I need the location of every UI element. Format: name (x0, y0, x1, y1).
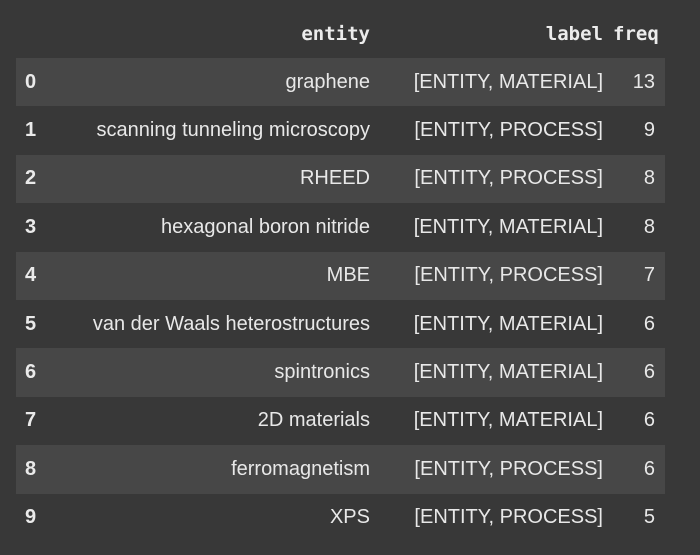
cell-entity: XPS (329, 506, 370, 529)
cell-label: [ENTITY, PROCESS] (414, 457, 603, 480)
cell-label: [ENTITY, PROCESS] (414, 264, 603, 287)
table-row: 2 RHEED [ENTITY, PROCESS] 8 (16, 154, 665, 204)
header-label: label (545, 23, 603, 45)
cell-freq: 7 (643, 264, 655, 287)
row-index: 7 (25, 409, 37, 432)
header-index (16, 10, 50, 58)
row-index: 5 (25, 312, 37, 335)
row-index: 1 (25, 119, 37, 142)
cell-label: [ENTITY, PROCESS] (414, 119, 603, 142)
cell-freq: 8 (643, 215, 655, 238)
cell-freq: 9 (643, 119, 655, 142)
cell-entity: RHEED (299, 167, 370, 190)
table-row: 5 van der Waals heterostructures [ENTITY… (16, 299, 665, 349)
cell-entity: hexagonal boron nitride (160, 215, 370, 238)
row-index: 2 (25, 167, 37, 190)
table-row: 4 MBE [ENTITY, PROCESS] 7 (16, 251, 665, 300)
cell-freq: 8 (643, 167, 655, 190)
cell-freq: 6 (643, 361, 655, 384)
table-row: 3 hexagonal boron nitride [ENTITY, MATER… (16, 203, 665, 252)
table-header: entity label freq (16, 10, 665, 58)
cell-label: [ENTITY, PROCESS] (414, 167, 603, 190)
cell-freq: 6 (643, 312, 655, 335)
cell-entity: ferromagnetism (231, 457, 370, 480)
table-row: 7 2D materials [ENTITY, MATERIAL] 6 (16, 396, 665, 446)
cell-label: [ENTITY, MATERIAL] (413, 215, 603, 238)
header-row: entity label freq (16, 10, 665, 58)
cell-label: [ENTITY, PROCESS] (414, 506, 603, 529)
cell-label: [ENTITY, MATERIAL] (413, 409, 603, 432)
cell-label: [ENTITY, MATERIAL] (413, 70, 603, 93)
header-entity: entity (301, 23, 370, 45)
table-row: 0 graphene [ENTITY, MATERIAL] 13 (16, 58, 665, 107)
table-row: 6 spintronics [ENTITY, MATERIAL] 6 (16, 348, 665, 397)
cell-label: [ENTITY, MATERIAL] (413, 361, 603, 384)
cell-entity: scanning tunneling microscopy (96, 119, 371, 142)
row-index: 3 (25, 215, 37, 238)
dataframe-table: entity label freq 0 graphene [ENTITY, MA… (16, 10, 665, 542)
table-row: 8 ferromagnetism [ENTITY, PROCESS] 6 (16, 445, 665, 494)
table-body: 0 graphene [ENTITY, MATERIAL] 13 1 scann… (16, 58, 665, 542)
row-index: 6 (25, 361, 37, 384)
cell-entity: 2D materials (257, 409, 370, 432)
table-row: 9 XPS [ENTITY, PROCESS] 5 (16, 493, 665, 542)
cell-entity: graphene (285, 70, 370, 93)
row-index: 0 (25, 70, 37, 93)
cell-entity: van der Waals heterostructures (92, 312, 370, 335)
header-freq: freq (613, 23, 659, 45)
cell-freq: 5 (643, 506, 655, 529)
row-index: 8 (25, 457, 37, 480)
cell-freq: 6 (643, 409, 655, 432)
dataframe-output: entity label freq 0 graphene [ENTITY, MA… (0, 0, 700, 555)
cell-entity: MBE (326, 264, 370, 287)
cell-entity: spintronics (274, 361, 370, 384)
cell-freq: 13 (632, 70, 655, 93)
cell-label: [ENTITY, MATERIAL] (413, 312, 603, 335)
cell-freq: 6 (643, 457, 655, 480)
row-index: 4 (25, 264, 37, 287)
row-index: 9 (25, 506, 37, 529)
table-row: 1 scanning tunneling microscopy [ENTITY,… (16, 106, 665, 155)
